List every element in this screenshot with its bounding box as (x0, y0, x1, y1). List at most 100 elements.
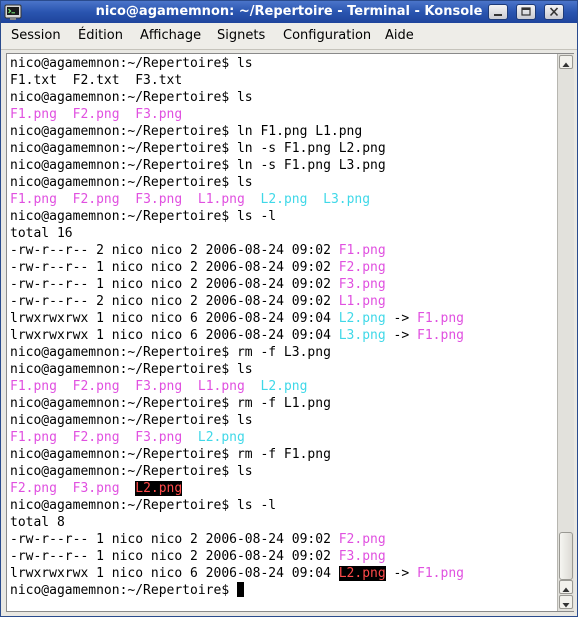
image-file-name: F1.png (10, 192, 57, 207)
text-cursor (236, 582, 244, 597)
menu-aide[interactable]: Aide (385, 27, 414, 45)
terminal-text: -> (385, 566, 418, 581)
terminal-line: nico@agamemnon:~/Repertoire$ ln -s F1.pn… (10, 140, 555, 157)
symlink-name: L2.png (338, 311, 386, 326)
terminal-text: lrwxrwxrwx 1 nico nico 6 2006-08-24 09:0… (10, 311, 339, 326)
image-file-name: F2.png (72, 430, 120, 445)
terminal-line: nico@agamemnon:~/Repertoire$ ls (10, 412, 555, 429)
scroll-down-button[interactable] (559, 595, 573, 609)
image-file-name: F1.png (417, 311, 464, 326)
image-file-name: F3.png (135, 192, 183, 207)
terminal-line: -rw-r--r-- 2 nico nico 2 2006-08-24 09:0… (10, 242, 555, 259)
scrollbar-thumb[interactable] (559, 532, 573, 580)
menu-edition[interactable]: Édition (78, 27, 123, 45)
terminal-line: nico@agamemnon:~/Repertoire$ ls (10, 55, 555, 72)
menu-bar: Session Édition Affichage Signets Config… (1, 23, 577, 50)
image-file-name: F1.png (10, 107, 57, 122)
image-file-name: F3.png (135, 430, 183, 445)
terminal-text: nico@agamemnon:~/Repertoire$ ls (10, 413, 253, 428)
symlink-name: L2.png (260, 192, 308, 207)
terminal-line: nico@agamemnon:~/Repertoire$ (10, 582, 555, 599)
terminal-line: F1.txt F2.txt F3.txt (10, 72, 555, 89)
image-file-name: F2.png (338, 532, 386, 547)
konsole-window: nico@agamemnon: ~/Repertoire - Terminal … (0, 0, 578, 617)
menu-affichage[interactable]: Affichage (140, 27, 201, 45)
terminal-text: -> (385, 311, 418, 326)
terminal-text: nico@agamemnon:~/Repertoire$ ln -s F1.pn… (10, 141, 386, 156)
terminal-line: lrwxrwxrwx 1 nico nico 6 2006-08-24 09:0… (10, 327, 555, 344)
terminal-text: -rw-r--r-- 1 nico nico 2 2006-08-24 09:0… (10, 532, 339, 547)
terminal-line: F1.png F2.png F3.png L1.png L2.png L3.pn… (10, 191, 555, 208)
menu-signets[interactable]: Signets (217, 27, 265, 45)
image-file-name: F1.png (10, 430, 57, 445)
terminal-line: nico@agamemnon:~/Repertoire$ rm -f L3.pn… (10, 344, 555, 361)
arrow-down-icon (562, 603, 570, 608)
image-file-name: F2.png (10, 481, 57, 496)
terminal-text: F1.txt F2.txt F3.txt (10, 73, 183, 88)
terminal-line: nico@agamemnon:~/Repertoire$ ls -l (10, 497, 555, 514)
terminal-line: total 8 (10, 514, 555, 531)
image-file-name: F3.png (338, 549, 386, 564)
close-icon (549, 7, 559, 17)
menu-session[interactable]: Session (11, 27, 61, 45)
close-button[interactable] (544, 4, 564, 20)
title-bar[interactable]: nico@agamemnon: ~/Repertoire - Terminal … (1, 1, 577, 23)
scroll-up-button[interactable] (559, 55, 573, 69)
maximize-icon (521, 7, 531, 16)
terminal-line: lrwxrwxrwx 1 nico nico 6 2006-08-24 09:0… (10, 565, 555, 582)
image-file-name: F2.png (72, 379, 120, 394)
terminal-text: nico@agamemnon:~/Repertoire$ rm -f L3.pn… (10, 345, 331, 360)
terminal-line: nico@agamemnon:~/Repertoire$ rm -f L1.pn… (10, 395, 555, 412)
image-file-name: F1.png (338, 243, 386, 258)
terminal-line: -rw-r--r-- 1 nico nico 2 2006-08-24 09:0… (10, 276, 555, 293)
vertical-scrollbar[interactable] (557, 54, 574, 611)
terminal-line: nico@agamemnon:~/Repertoire$ rm -f F1.pn… (10, 446, 555, 463)
terminal-text: total 16 (10, 226, 73, 241)
terminal-text: -rw-r--r-- 1 nico nico 2 2006-08-24 09:0… (10, 260, 339, 275)
terminal-text: -rw-r--r-- 2 nico nico 2 2006-08-24 09:0… (10, 243, 339, 258)
terminal-text: nico@agamemnon:~/Repertoire$ ls -l (10, 498, 277, 513)
terminal-line: -rw-r--r-- 1 nico nico 2 2006-08-24 09:0… (10, 548, 555, 565)
terminal-line: nico@agamemnon:~/Repertoire$ ls -l (10, 208, 555, 225)
terminal-line: F2.png F3.png L2.png (10, 480, 555, 497)
terminal-line: nico@agamemnon:~/Repertoire$ ls (10, 174, 555, 191)
terminal-text: -rw-r--r-- 1 nico nico 2 2006-08-24 09:0… (10, 277, 339, 292)
arrow-up-icon (562, 62, 570, 67)
terminal-output[interactable]: nico@agamemnon:~/Repertoire$ ls F1.txt F2… (10, 55, 555, 609)
terminal-line: nico@agamemnon:~/Repertoire$ ln F1.png L… (10, 123, 555, 140)
terminal-text: nico@agamemnon:~/Repertoire$ ls (10, 175, 253, 190)
terminal-line: F1.png F2.png F3.png L1.png L2.png (10, 378, 555, 395)
image-file-name: F1.png (10, 379, 57, 394)
terminal-text: total 8 (10, 515, 65, 530)
minimize-button[interactable] (488, 4, 508, 20)
terminal-text: -rw-r--r-- 2 nico nico 2 2006-08-24 09:0… (10, 294, 339, 309)
terminal-text: lrwxrwxrwx 1 nico nico 6 2006-08-24 09:0… (10, 328, 339, 343)
terminal-text: nico@agamemnon:~/Repertoire$ rm -f F1.pn… (10, 447, 331, 462)
terminal-text: nico@agamemnon:~/Repertoire$ ls (10, 464, 253, 479)
maximize-button[interactable] (516, 4, 536, 20)
menu-configuration[interactable]: Configuration (283, 27, 371, 45)
image-file-name: L1.png (338, 294, 386, 309)
terminal-text: -> (385, 328, 418, 343)
terminal-text: nico@agamemnon:~/Repertoire$ ls (10, 362, 253, 377)
terminal-text: nico@agamemnon:~/Repertoire$ ls (10, 56, 253, 71)
image-file-name: F2.png (72, 107, 120, 122)
broken-symlink-name: L2.png (135, 481, 183, 496)
image-file-name: F1.png (417, 566, 464, 581)
broken-symlink-name: L2.png (338, 566, 386, 581)
image-file-name: F2.png (338, 260, 386, 275)
scroll-up-button-lower[interactable] (559, 580, 573, 594)
image-file-name: F1.png (417, 328, 464, 343)
